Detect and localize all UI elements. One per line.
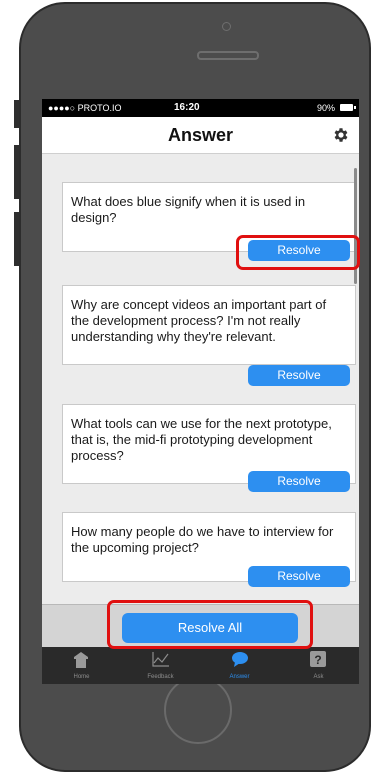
status-bar: ●●●●○ PROTO.IO 16:20 90% xyxy=(42,99,359,117)
tab-label: Home xyxy=(73,674,90,680)
home-hardware-button[interactable] xyxy=(164,676,232,744)
speaker-grille xyxy=(197,51,259,60)
gear-icon[interactable] xyxy=(332,126,350,144)
highlight-box xyxy=(107,600,313,649)
tab-home[interactable]: Home xyxy=(42,647,121,684)
question-text: Why are concept videos an important part… xyxy=(71,297,327,344)
carrier-label: ●●●●○ PROTO.IO xyxy=(48,103,122,113)
svg-text:?: ? xyxy=(314,653,321,667)
volume-down-button xyxy=(14,212,19,266)
tab-bar: Home Feedback Answer ? Ask xyxy=(42,647,359,684)
app-screen: ●●●●○ PROTO.IO 16:20 90% Answer What doe… xyxy=(42,99,359,665)
battery-percent: 90% xyxy=(316,103,335,113)
question-text: What does blue signify when it is used i… xyxy=(71,194,306,225)
question-text: What tools can we use for the next proto… xyxy=(71,416,332,463)
mute-switch xyxy=(14,100,19,128)
resolve-button[interactable]: Resolve xyxy=(248,471,350,492)
question-text: How many people do we have to interview … xyxy=(71,524,334,555)
volume-up-button xyxy=(14,145,19,199)
tab-label: Feedback xyxy=(147,674,174,680)
chat-bubble-icon xyxy=(232,652,248,667)
battery-icon xyxy=(340,104,356,111)
tab-label: Answer xyxy=(229,674,250,680)
tab-answer[interactable]: Answer xyxy=(200,647,279,684)
question-list[interactable]: What does blue signify when it is used i… xyxy=(42,154,359,604)
question-icon: ? xyxy=(310,651,326,667)
chart-icon xyxy=(152,652,169,667)
resolve-button[interactable]: Resolve xyxy=(248,365,350,386)
nav-bar: Answer xyxy=(42,117,359,154)
highlight-box xyxy=(236,235,360,270)
tab-label: Ask xyxy=(313,674,324,680)
question-card: Why are concept videos an important part… xyxy=(62,285,356,365)
clock: 16:20 xyxy=(174,102,200,113)
page-title: Answer xyxy=(167,125,234,145)
resolve-button[interactable]: Resolve xyxy=(248,566,350,587)
tab-ask[interactable]: ? Ask xyxy=(279,647,358,684)
tab-feedback[interactable]: Feedback xyxy=(121,647,200,684)
camera-icon xyxy=(222,22,231,31)
home-icon xyxy=(74,652,88,668)
